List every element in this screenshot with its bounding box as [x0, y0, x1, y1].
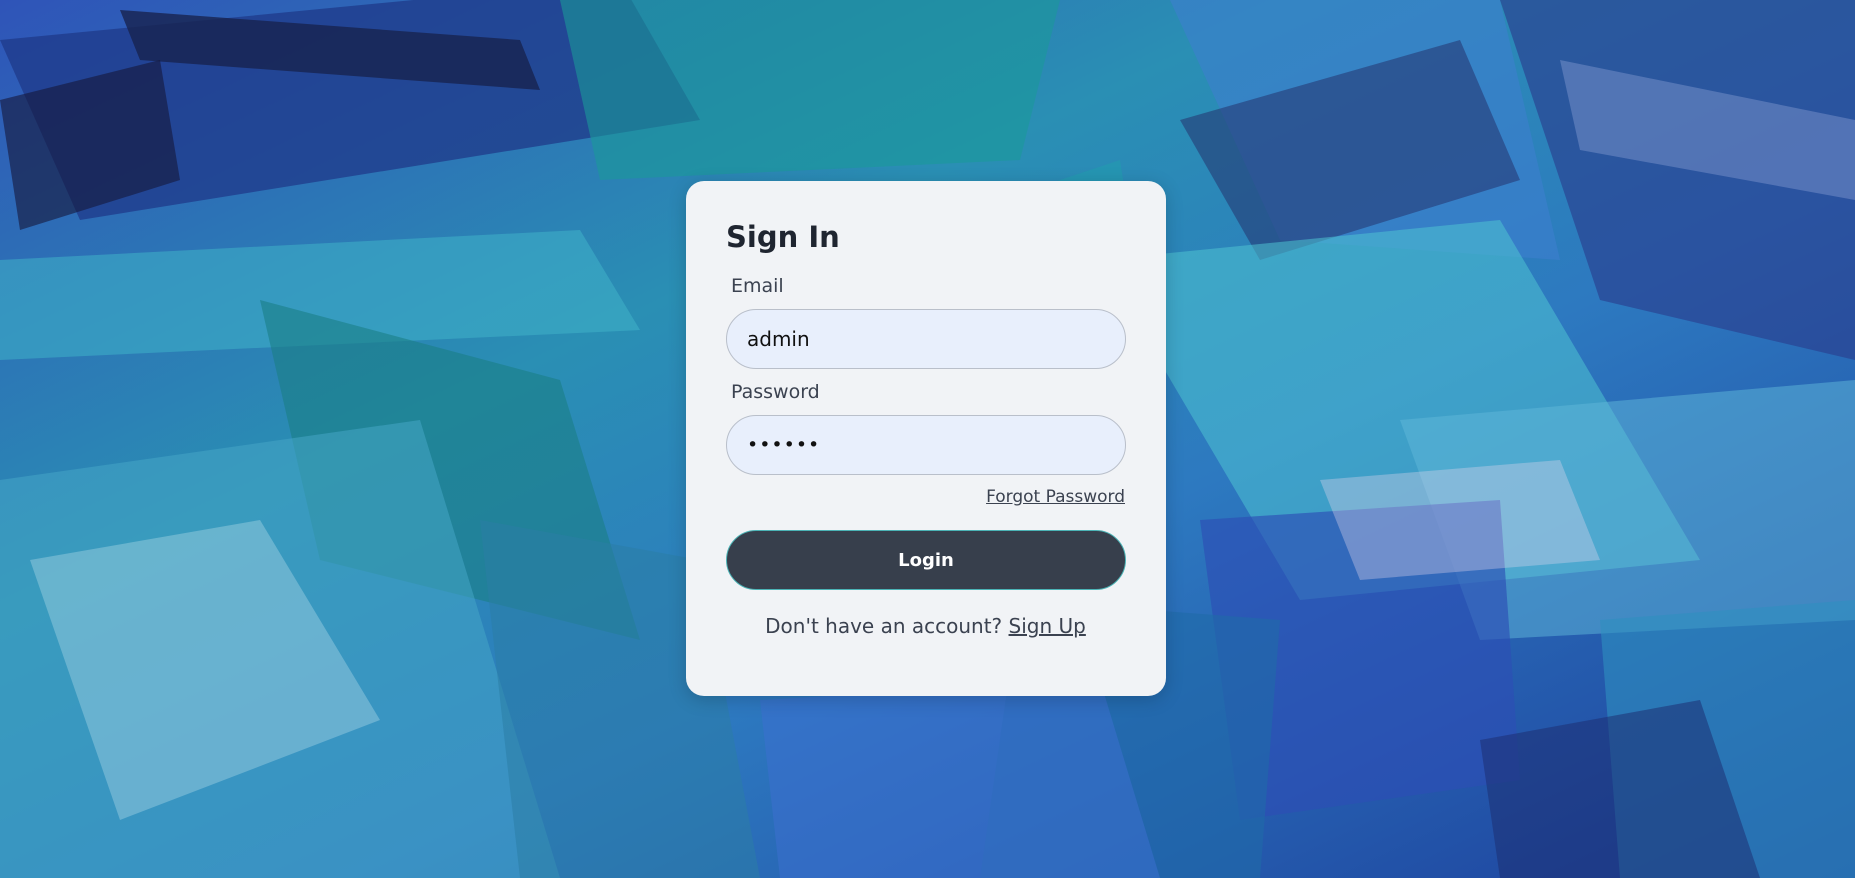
page-title: Sign In — [726, 220, 840, 254]
signup-prompt: Don't have an account? — [765, 614, 1003, 638]
password-field[interactable] — [726, 415, 1126, 475]
signin-card: Sign In Email Password Forgot Password L… — [686, 181, 1166, 696]
email-field[interactable] — [726, 309, 1126, 369]
forgot-password-link[interactable]: Forgot Password — [986, 487, 1125, 507]
login-button[interactable]: Login — [726, 530, 1126, 590]
signup-row: Don't have an account? Sign Up — [726, 614, 1125, 638]
forgot-password-row: Forgot Password — [726, 487, 1125, 511]
email-label: Email — [731, 275, 784, 297]
password-label: Password — [731, 381, 820, 403]
signup-link[interactable]: Sign Up — [1009, 614, 1086, 638]
